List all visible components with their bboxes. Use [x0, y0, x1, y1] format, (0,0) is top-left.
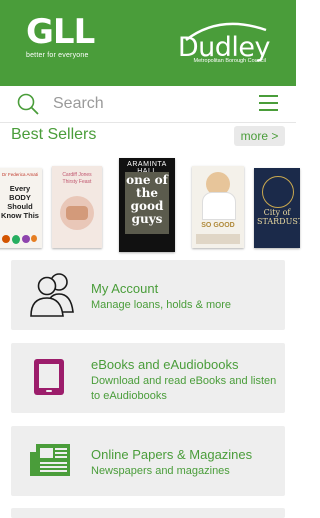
book-title: Cardiff Jones Thirsty Feast — [62, 172, 92, 185]
hamburger-menu-icon[interactable] — [259, 95, 278, 111]
card-description: Download and read eBooks and listen to e… — [91, 375, 277, 402]
card-title: My Account — [91, 281, 159, 296]
dudley-council-logo: Dudley Metropolitan Borough Council — [178, 20, 271, 68]
search-input[interactable]: Search — [53, 95, 104, 113]
gll-tagline: better for everyone — [26, 52, 89, 59]
dudley-logo-subtitle: Metropolitan Borough Council — [193, 58, 266, 64]
tablet-icon — [34, 359, 64, 395]
newspaper-icon — [30, 444, 70, 476]
more-button[interactable]: more > — [234, 126, 285, 146]
app-header: GLL better for everyone Dudley Metropoli… — [0, 0, 296, 86]
card-description: Newspapers and magazines — [91, 465, 230, 477]
book-title: Every BODY Should Know This — [1, 184, 39, 220]
book-cover[interactable]: City of STARDUST — [254, 168, 300, 248]
best-sellers-title: Best Sellers — [11, 126, 97, 143]
online-papers-card[interactable]: Online Papers & Magazines Newspapers and… — [11, 426, 285, 496]
gll-logo: GLL better for everyone — [26, 12, 95, 59]
users-icon — [30, 273, 74, 317]
gll-logo-text: GLL — [26, 12, 95, 52]
card-title: Online Papers & Magazines — [91, 447, 253, 462]
search-bar[interactable]: Search — [0, 86, 296, 123]
ebooks-card[interactable]: eBooks and eAudiobooks Download and read… — [11, 343, 285, 413]
book-cover[interactable]: ARAMINTA HALL one of the good guys — [119, 158, 175, 252]
book-cover[interactable]: Dr Federica Amati Every BODY Should Know… — [0, 168, 42, 248]
search-icon[interactable] — [16, 92, 40, 116]
card-description: Manage loans, holds & more — [91, 299, 232, 311]
next-card[interactable] — [11, 508, 285, 518]
best-sellers-carousel[interactable]: Dr Federica Amati Every BODY Should Know… — [0, 158, 300, 254]
book-author: Dr Federica Amati — [1, 172, 38, 177]
book-cover[interactable]: Cardiff Jones Thirsty Feast — [52, 166, 102, 248]
book-cover[interactable]: SO GOOD — [192, 166, 244, 248]
card-title: eBooks and eAudiobooks — [91, 357, 239, 372]
book-title: SO GOOD — [201, 222, 235, 229]
my-account-card[interactable]: My Account Manage loans, holds & more — [11, 260, 285, 330]
book-title: one of the good guys — [126, 173, 168, 226]
book-title: City of STARDUST — [257, 208, 300, 226]
